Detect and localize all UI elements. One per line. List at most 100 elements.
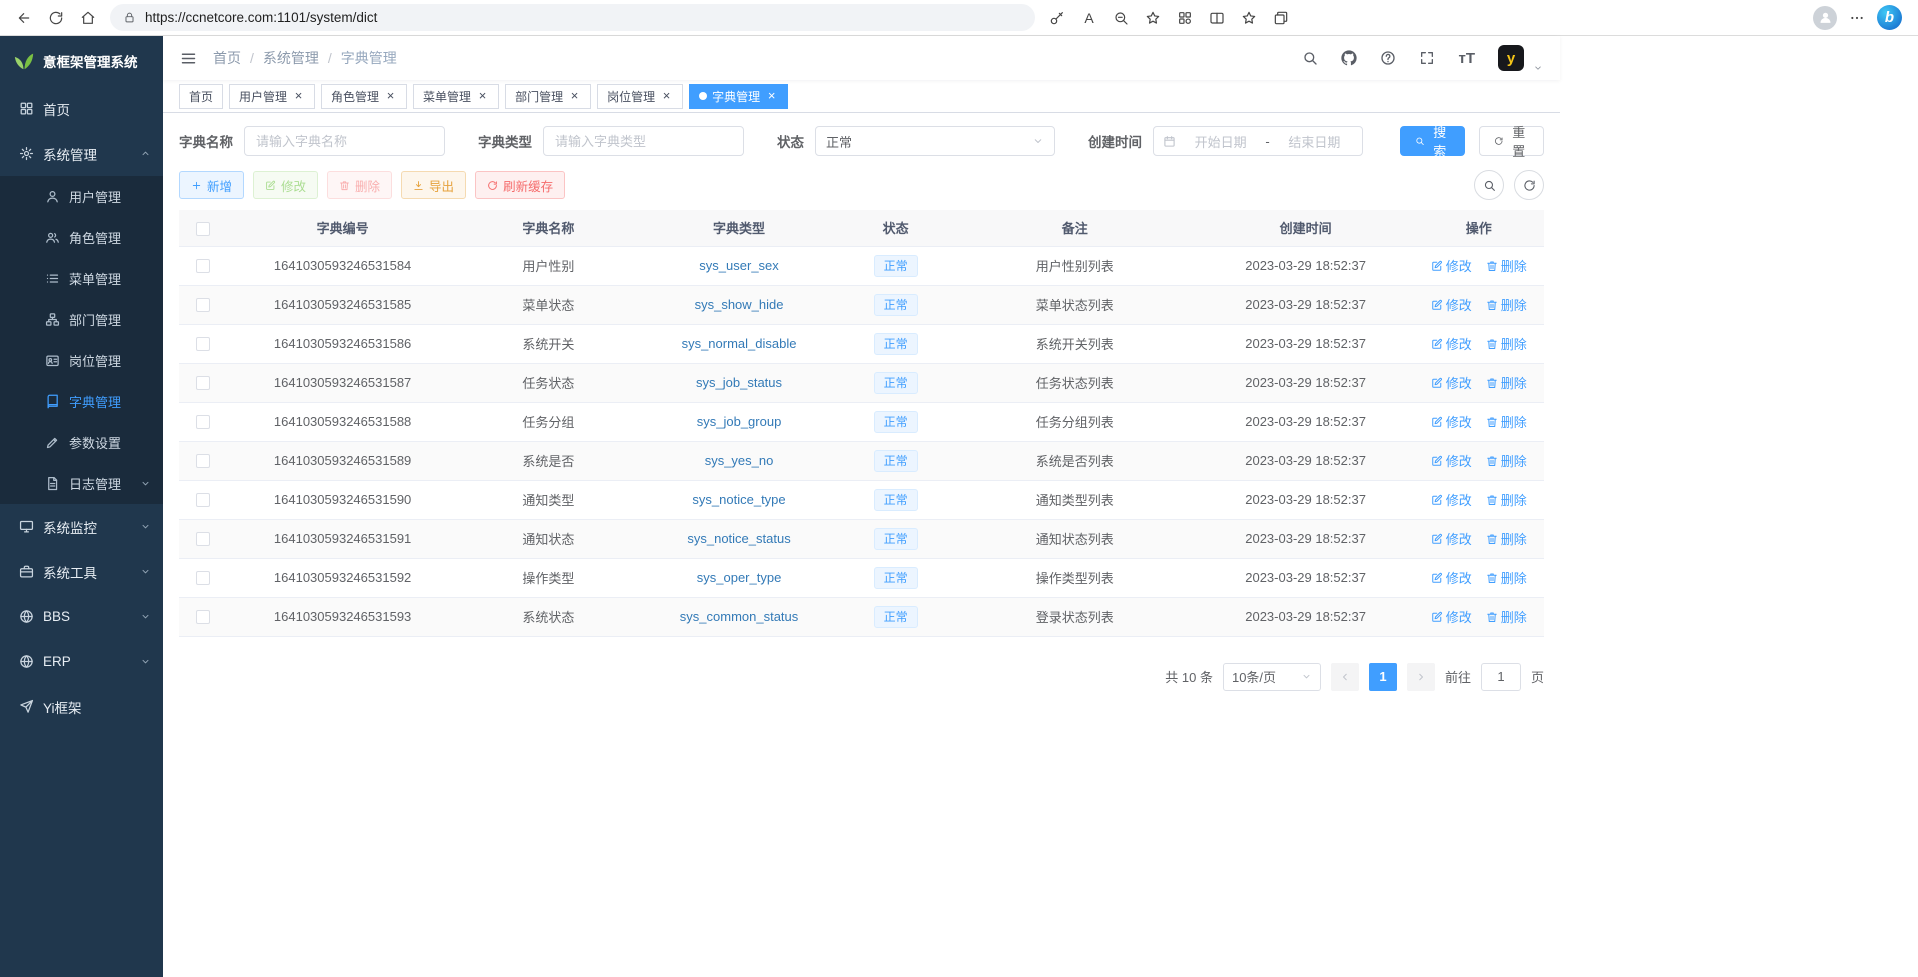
row-checkbox[interactable]	[196, 493, 210, 507]
tab-home[interactable]: 首页	[179, 84, 223, 109]
row-edit-button[interactable]: 修改	[1431, 607, 1472, 626]
extensions-icon[interactable]	[1169, 4, 1201, 32]
tab-role[interactable]: 角色管理×	[321, 84, 407, 109]
sidebar-item-role-management[interactable]: 角色管理	[0, 217, 163, 258]
sidebar-item-bbs[interactable]: BBS	[0, 594, 163, 639]
row-edit-button[interactable]: 修改	[1431, 334, 1472, 353]
address-bar[interactable]: https://ccnetcore.com:1101/system/dict	[110, 4, 1035, 31]
dict-type-link[interactable]: sys_show_hide	[695, 297, 784, 312]
close-icon[interactable]: ×	[568, 90, 581, 103]
row-delete-button[interactable]: 删除	[1486, 568, 1527, 587]
tab-user[interactable]: 用户管理×	[229, 84, 315, 109]
row-delete-button[interactable]: 删除	[1486, 412, 1527, 431]
row-edit-button[interactable]: 修改	[1431, 373, 1472, 392]
row-delete-button[interactable]: 删除	[1486, 490, 1527, 509]
sidebar-item-log-management[interactable]: 日志管理	[0, 463, 163, 504]
close-icon[interactable]: ×	[476, 90, 489, 103]
profile-avatar[interactable]	[1809, 4, 1841, 32]
close-icon[interactable]: ×	[384, 90, 397, 103]
status-select[interactable]: 正常	[815, 126, 1055, 156]
close-icon[interactable]: ×	[765, 90, 778, 103]
row-edit-button[interactable]: 修改	[1431, 256, 1472, 275]
row-delete-button[interactable]: 删除	[1486, 607, 1527, 626]
refresh-table-button[interactable]	[1514, 170, 1544, 200]
row-checkbox[interactable]	[196, 376, 210, 390]
browser-refresh-icon[interactable]	[40, 4, 72, 32]
sidebar-item-post-management[interactable]: 岗位管理	[0, 340, 163, 381]
row-checkbox[interactable]	[196, 298, 210, 312]
next-page-button[interactable]	[1407, 663, 1435, 691]
sidebar-item-system-monitor[interactable]: 系统监控	[0, 504, 163, 549]
dict-type-input[interactable]	[543, 126, 744, 156]
row-delete-button[interactable]: 删除	[1486, 256, 1527, 275]
row-edit-button[interactable]: 修改	[1431, 295, 1472, 314]
delete-button[interactable]: 删除	[327, 171, 392, 199]
split-screen-icon[interactable]	[1201, 4, 1233, 32]
row-checkbox[interactable]	[196, 571, 210, 585]
reset-button[interactable]: 重置	[1479, 126, 1544, 156]
help-icon[interactable]	[1380, 50, 1396, 66]
sidebar-item-system-tools[interactable]: 系统工具	[0, 549, 163, 594]
browser-back-icon[interactable]	[8, 4, 40, 32]
search-button[interactable]: 搜索	[1400, 126, 1465, 156]
dict-type-link[interactable]: sys_job_group	[697, 414, 782, 429]
dict-type-link[interactable]: sys_notice_type	[692, 492, 785, 507]
row-edit-button[interactable]: 修改	[1431, 412, 1472, 431]
collections-icon[interactable]	[1265, 4, 1297, 32]
row-edit-button[interactable]: 修改	[1431, 529, 1472, 548]
password-key-icon[interactable]	[1041, 4, 1073, 32]
row-checkbox[interactable]	[196, 610, 210, 624]
breadcrumb-item[interactable]: 首页	[213, 48, 241, 68]
dict-type-link[interactable]: sys_notice_status	[687, 531, 790, 546]
row-delete-button[interactable]: 删除	[1486, 451, 1527, 470]
zoom-icon[interactable]	[1105, 4, 1137, 32]
dict-type-link[interactable]: sys_oper_type	[697, 570, 782, 585]
fullscreen-icon[interactable]	[1419, 50, 1435, 66]
row-checkbox[interactable]	[196, 532, 210, 546]
row-delete-button[interactable]: 删除	[1486, 529, 1527, 548]
date-range-picker[interactable]: 开始日期 - 结束日期	[1153, 126, 1363, 156]
dict-type-link[interactable]: sys_user_sex	[699, 258, 778, 273]
browser-menu-icon[interactable]	[1841, 4, 1873, 32]
header-search-icon[interactable]	[1302, 50, 1318, 66]
close-icon[interactable]: ×	[660, 90, 673, 103]
sidebar-item-system-management[interactable]: 系统管理	[0, 131, 163, 176]
tab-menu[interactable]: 菜单管理×	[413, 84, 499, 109]
row-checkbox[interactable]	[196, 454, 210, 468]
dict-name-input[interactable]	[244, 126, 445, 156]
row-checkbox[interactable]	[196, 259, 210, 273]
add-button[interactable]: 新增	[179, 171, 244, 199]
page-size-select[interactable]: 10条/页	[1223, 663, 1321, 691]
select-all-checkbox[interactable]	[196, 222, 210, 236]
favorite-add-icon[interactable]	[1137, 4, 1169, 32]
browser-home-icon[interactable]	[72, 4, 104, 32]
current-page-button[interactable]: 1	[1369, 663, 1397, 691]
github-icon[interactable]	[1341, 50, 1357, 66]
dict-type-link[interactable]: sys_job_status	[696, 375, 782, 390]
export-button[interactable]: 导出	[401, 171, 466, 199]
tab-dept[interactable]: 部门管理×	[505, 84, 591, 109]
sidebar-item-menu-management[interactable]: 菜单管理	[0, 258, 163, 299]
row-delete-button[interactable]: 删除	[1486, 373, 1527, 392]
sidebar-toggle-icon[interactable]	[180, 50, 197, 67]
dict-type-link[interactable]: sys_yes_no	[705, 453, 774, 468]
prev-page-button[interactable]	[1331, 663, 1359, 691]
row-delete-button[interactable]: 删除	[1486, 334, 1527, 353]
bing-copilot-icon[interactable]: b	[1877, 5, 1902, 30]
close-icon[interactable]: ×	[292, 90, 305, 103]
sidebar-item-user-management[interactable]: 用户管理	[0, 176, 163, 217]
sidebar-item-dept-management[interactable]: 部门管理	[0, 299, 163, 340]
tab-post[interactable]: 岗位管理×	[597, 84, 683, 109]
dict-type-link[interactable]: sys_common_status	[680, 609, 799, 624]
user-brand-logo[interactable]: y	[1498, 45, 1524, 71]
tab-dict[interactable]: 字典管理×	[689, 84, 788, 109]
dict-type-link[interactable]: sys_normal_disable	[682, 336, 797, 351]
read-aloud-icon[interactable]: A	[1073, 4, 1105, 32]
edit-button[interactable]: 修改	[253, 171, 318, 199]
sidebar-item-param-settings[interactable]: 参数设置	[0, 422, 163, 463]
toggle-search-button[interactable]	[1474, 170, 1504, 200]
font-size-icon[interactable]: тT	[1458, 51, 1475, 66]
row-edit-button[interactable]: 修改	[1431, 451, 1472, 470]
breadcrumb-item[interactable]: 系统管理	[241, 48, 319, 68]
refresh-cache-button[interactable]: 刷新缓存	[475, 171, 565, 199]
